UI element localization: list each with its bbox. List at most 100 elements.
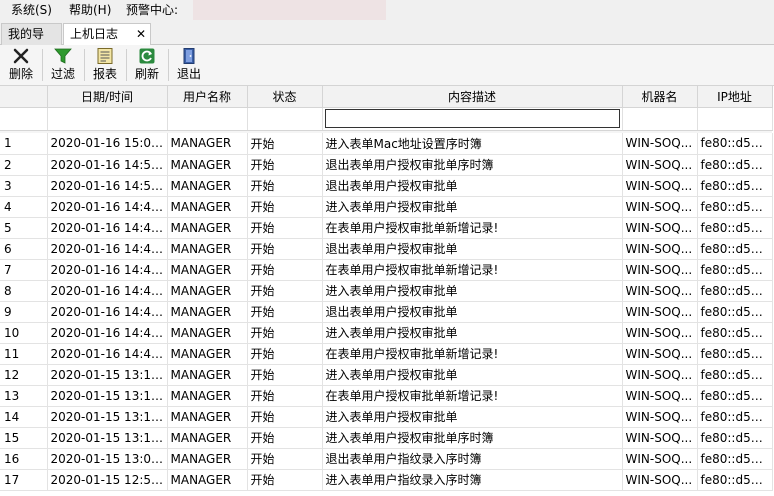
table-row[interactable]: 14 2020-01-15 13:17... MANAGER 开始 进入表单用户授权审批… <box>0 406 773 428</box>
description-cell: 退出表单用户授权审批单 <box>322 238 623 260</box>
status-cell: 开始 <box>247 301 323 323</box>
column-header-status[interactable]: 状态 <box>247 86 323 108</box>
ip-cell: fe80::d5d... <box>697 196 773 218</box>
username-cell: MANAGER <box>167 175 248 197</box>
ip-cell: fe80::d5d... <box>697 259 773 281</box>
username-cell: MANAGER <box>167 427 248 449</box>
table-row[interactable]: 8 2020-01-16 14:47... MANAGER 开始 进入表单用户授权审批单… <box>0 280 773 302</box>
username-cell: MANAGER <box>167 280 248 302</box>
status-cell: 开始 <box>247 280 323 302</box>
table-row[interactable]: 9 2020-01-16 14:44... MANAGER 开始 退出表单用户授权审批单… <box>0 301 773 323</box>
table-row[interactable]: 12 2020-01-15 13:18... MANAGER 开始 进入表单用户授权审批… <box>0 364 773 386</box>
machine-cell: WIN-SOQ... <box>622 343 698 365</box>
table-row[interactable]: 5 2020-01-16 14:48... MANAGER 开始 在表单用户授权审批单新… <box>0 217 773 239</box>
tab-machine-log[interactable]: 上机日志 ✕ <box>63 23 151 46</box>
table-row[interactable]: 2 2020-01-16 14:53... MANAGER 开始 退出表单用户授权审批单… <box>0 154 773 176</box>
row-index: 14 <box>0 406 48 428</box>
row-index: 9 <box>0 301 48 323</box>
description-filter-input[interactable] <box>324 109 620 128</box>
column-header-machine[interactable]: 机器名 <box>622 86 698 108</box>
datetime-cell: 2020-01-16 14:53... <box>47 154 168 176</box>
menu-system[interactable]: 系统(S) <box>11 3 52 18</box>
username-cell: MANAGER <box>167 385 248 407</box>
ip-cell: fe80::d5d... <box>697 175 773 197</box>
table-row[interactable]: 16 2020-01-15 13:08... MANAGER 开始 退出表单用户指纹录入… <box>0 448 773 470</box>
table-row[interactable]: 10 2020-01-16 14:44... MANAGER 开始 进入表单用户授权审批… <box>0 322 773 344</box>
warning-center-label: 预警中心: <box>126 3 179 17</box>
filter-button[interactable]: 过滤 <box>48 47 78 83</box>
row-index: 10 <box>0 322 48 344</box>
table-row[interactable]: 1 2020-01-16 15:08... MANAGER 开始 进入表单Mac地址设置… <box>0 133 773 155</box>
row-index: 2 <box>0 154 48 176</box>
machine-cell: WIN-SOQ... <box>622 217 698 239</box>
row-index: 15 <box>0 427 48 449</box>
filter-cell[interactable] <box>47 107 168 131</box>
filter-label: 过滤 <box>50 67 75 81</box>
datetime-cell: 2020-01-16 14:48... <box>47 196 168 218</box>
status-cell: 开始 <box>247 259 323 281</box>
refresh-button[interactable]: 刷新 <box>132 47 162 83</box>
column-header-description[interactable]: 内容描述 <box>322 86 623 108</box>
datetime-cell: 2020-01-15 13:17... <box>47 385 168 407</box>
username-cell: MANAGER <box>167 154 248 176</box>
row-index: 11 <box>0 343 48 365</box>
datetime-cell: 2020-01-16 14:53... <box>47 175 168 197</box>
ip-cell: fe80::d5d... <box>697 385 773 407</box>
machine-cell: WIN-SOQ... <box>622 406 698 428</box>
filter-cell[interactable] <box>697 107 773 131</box>
status-cell: 开始 <box>247 133 323 155</box>
machine-cell: WIN-SOQ... <box>622 133 698 155</box>
row-index: 16 <box>0 448 48 470</box>
filter-cell[interactable] <box>247 107 323 131</box>
datetime-cell: 2020-01-15 13:17... <box>47 427 168 449</box>
exit-button[interactable]: 退出 <box>174 47 204 83</box>
filter-icon <box>54 48 72 64</box>
username-cell: MANAGER <box>167 448 248 470</box>
toolbar-divider <box>42 49 43 81</box>
description-cell: 在表单用户授权审批单新增记录! <box>322 259 623 281</box>
username-cell: MANAGER <box>167 259 248 281</box>
machine-cell: WIN-SOQ... <box>622 448 698 470</box>
tab-my-navigation[interactable]: 我的导航 <box>1 23 62 61</box>
toolbar-divider <box>168 49 169 81</box>
status-cell: 开始 <box>247 196 323 218</box>
delete-icon <box>13 48 29 64</box>
table-row[interactable]: 4 2020-01-16 14:48... MANAGER 开始 进入表单用户授权审批单… <box>0 196 773 218</box>
close-icon[interactable]: ✕ <box>136 24 146 44</box>
table-row[interactable]: 15 2020-01-15 13:17... MANAGER 开始 进入表单用户授权审批… <box>0 427 773 449</box>
username-cell: MANAGER <box>167 301 248 323</box>
ip-cell: fe80::d5d... <box>697 301 773 323</box>
column-header-ip[interactable]: IP地址 <box>697 86 773 108</box>
datetime-cell: 2020-01-16 14:47... <box>47 259 168 281</box>
menu-help[interactable]: 帮助(H) <box>69 3 111 18</box>
username-cell: MANAGER <box>167 364 248 386</box>
filter-cell[interactable] <box>167 107 248 131</box>
table-row[interactable]: 17 2020-01-15 12:54... MANAGER 开始 进入表单用户指纹录入… <box>0 469 773 491</box>
table-row[interactable]: 7 2020-01-16 14:47... MANAGER 开始 在表单用户授权审批单新… <box>0 259 773 281</box>
filter-cell[interactable] <box>0 107 48 131</box>
machine-cell: WIN-SOQ... <box>622 385 698 407</box>
report-icon <box>97 48 113 64</box>
delete-button[interactable]: 删除 <box>6 47 36 83</box>
warning-center-field[interactable] <box>193 0 386 20</box>
log-grid: 日期/时间 用户名称 状态 内容描述 机器名 IP地址 1 2020-01-16 … <box>0 86 774 496</box>
description-cell: 在表单用户授权审批单新增记录! <box>322 343 623 365</box>
datetime-cell: 2020-01-16 14:44... <box>47 301 168 323</box>
column-header-datetime[interactable]: 日期/时间 <box>47 86 168 108</box>
report-button[interactable]: 报表 <box>90 47 120 83</box>
ip-cell: fe80::d5d... <box>697 364 773 386</box>
filter-cell[interactable] <box>622 107 698 131</box>
username-cell: MANAGER <box>167 406 248 428</box>
description-cell: 在表单用户授权审批单新增记录! <box>322 385 623 407</box>
column-header-username[interactable]: 用户名称 <box>167 86 248 108</box>
table-row[interactable]: 13 2020-01-15 13:17... MANAGER 开始 在表单用户授权审批单… <box>0 385 773 407</box>
filter-cell[interactable] <box>322 107 623 131</box>
column-header-index[interactable] <box>0 86 48 108</box>
machine-cell: WIN-SOQ... <box>622 427 698 449</box>
table-row[interactable]: 3 2020-01-16 14:53... MANAGER 开始 退出表单用户授权审批单… <box>0 175 773 197</box>
table-row[interactable]: 11 2020-01-16 14:44... MANAGER 开始 在表单用户授权审批单… <box>0 343 773 365</box>
ip-cell: fe80::d5d... <box>697 133 773 155</box>
machine-cell: WIN-SOQ... <box>622 196 698 218</box>
status-cell: 开始 <box>247 385 323 407</box>
table-row[interactable]: 6 2020-01-16 14:47... MANAGER 开始 退出表单用户授权审批单… <box>0 238 773 260</box>
